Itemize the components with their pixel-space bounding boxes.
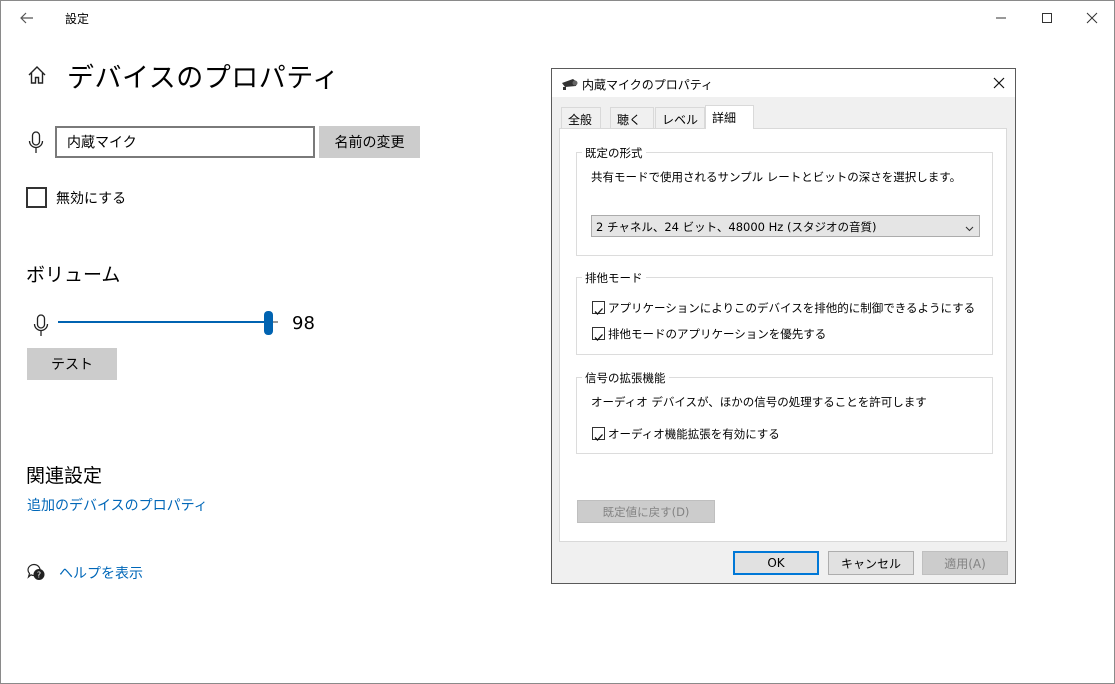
tab-general[interactable]: 全般 (561, 107, 601, 128)
dialog-close-icon[interactable] (990, 74, 1008, 92)
checkmark-icon (594, 308, 603, 315)
tab-listen[interactable]: 聴く (610, 107, 654, 128)
exclusive-priority-checkbox[interactable] (592, 327, 605, 341)
checkmark-icon (594, 334, 603, 341)
back-arrow-icon[interactable] (15, 7, 39, 29)
disable-checkbox[interactable] (26, 187, 47, 208)
home-icon[interactable] (26, 64, 48, 86)
audio-enhancements-label: オーディオ機能拡張を有効にする (608, 427, 780, 441)
exclusive-control-label: アプリケーションによりこのデバイスを排他的に制御できるようにする (608, 301, 976, 315)
microphone-icon (27, 130, 45, 156)
cancel-button[interactable]: キャンセル (828, 551, 914, 575)
advanced-tab-panel: 既定の形式 共有モードで使用されるサンプル レートとビットの深さを選択します。 … (559, 128, 1007, 542)
volume-value: 98 (292, 313, 315, 334)
exclusive-control-checkbox[interactable] (592, 301, 605, 315)
tab-levels[interactable]: レベル (655, 107, 705, 128)
rename-button[interactable]: 名前の変更 (319, 126, 420, 158)
minimize-icon (995, 9, 1007, 28)
apply-button[interactable]: 適用(A) (922, 551, 1008, 575)
signal-enhancements-group (576, 377, 993, 454)
close-icon (1086, 9, 1098, 28)
settings-window: 設定 デバイスのプロパティ 名前の変更 無効にする ボリューム 98 テスト 関… (0, 0, 1115, 684)
default-format-label: 既定の形式 (582, 145, 646, 161)
help-chat-icon[interactable]: ? (26, 562, 46, 582)
exclusive-priority-label: 排他モードのアプリケーションを優先する (608, 327, 827, 341)
dialog-title: 内蔵マイクのプロパティ (582, 78, 714, 92)
exclusive-mode-label: 排他モード (582, 270, 646, 286)
default-format-description: 共有モードで使用されるサンプル レートとビットの深さを選択します。 (591, 170, 962, 184)
properties-dialog: 内蔵マイクのプロパティ 全般 聴く レベル 詳細 既定の形式 共有モードで使用さ… (551, 68, 1016, 584)
microphone-icon (32, 313, 50, 339)
test-button[interactable]: テスト (27, 348, 117, 380)
signal-enhancements-description: オーディオ デバイスが、ほかの信号の処理することを許可します (591, 395, 927, 409)
svg-text:?: ? (37, 571, 41, 580)
default-format-dropdown[interactable]: 2 チャネル、24 ビット、48000 Hz (スタジオの音質) (591, 215, 980, 237)
page-title: デバイスのプロパティ (67, 63, 340, 94)
restore-defaults-button[interactable]: 既定値に戻す(D) (577, 500, 715, 523)
window-title: 設定 (65, 12, 90, 26)
device-name-input[interactable] (55, 126, 315, 158)
related-settings-heading: 関連設定 (26, 465, 103, 487)
tab-advanced[interactable]: 詳細 (705, 105, 754, 129)
close-button[interactable] (1069, 5, 1115, 31)
default-format-group (576, 152, 993, 256)
signal-enhancements-label: 信号の拡張機能 (582, 370, 669, 386)
exclusive-mode-group (576, 277, 993, 355)
volume-slider-thumb[interactable] (264, 311, 273, 335)
minimize-button[interactable] (978, 5, 1024, 31)
default-format-selected: 2 チャネル、24 ビット、48000 Hz (スタジオの音質) (596, 220, 877, 234)
dialog-titlebar: 内蔵マイクのプロパティ (552, 69, 1015, 97)
show-help-link[interactable]: ヘルプを表示 (59, 563, 143, 583)
maximize-button[interactable] (1024, 5, 1070, 31)
volume-heading: ボリューム (26, 264, 121, 286)
disable-checkbox-label: 無効にする (56, 191, 127, 207)
audio-enhancements-checkbox[interactable] (592, 427, 605, 441)
ok-button[interactable]: OK (733, 551, 819, 575)
additional-device-properties-link[interactable]: 追加のデバイスのプロパティ (27, 495, 208, 515)
maximize-icon (1041, 9, 1053, 28)
volume-slider-fill (58, 321, 269, 323)
checkmark-icon (594, 434, 603, 441)
chevron-down-icon (965, 222, 974, 232)
microphone-device-icon (561, 76, 579, 90)
